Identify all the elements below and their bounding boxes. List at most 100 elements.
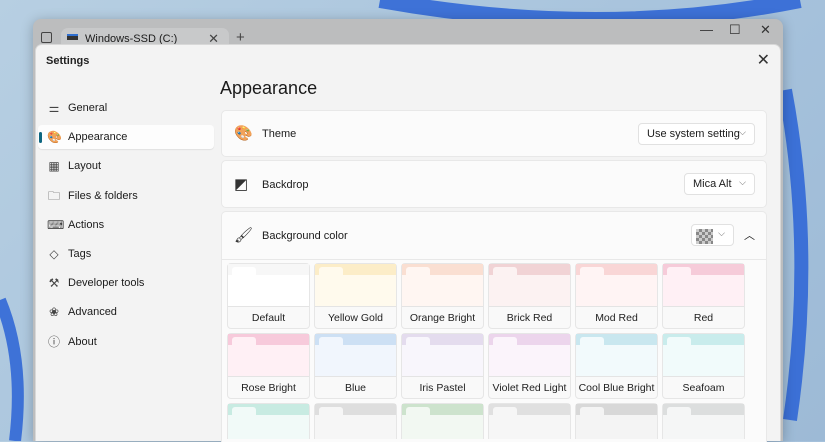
wallpaper-swirl [778,88,809,422]
color-tile[interactable]: Default [227,263,310,329]
color-tile[interactable] [662,403,745,439]
tile-body [663,415,744,439]
sidebar-item-files-folders[interactable]: 🗀 Files & folders [38,184,214,208]
folder-tab-shape [319,337,343,347]
palette-icon: 🎨 [234,125,253,142]
color-name: Mod Red [595,312,638,324]
backdrop-value: Mica Alt [693,178,732,190]
background-color-picker[interactable]: ⌵ [691,224,734,246]
folder-tab-shape [406,267,430,277]
folder-tab-shape [232,407,256,417]
actions-icon: ⌨ [47,217,65,232]
collapse-chevron-up-icon[interactable]: ︿ [744,227,755,243]
color-tile[interactable]: Red [662,263,745,329]
page-title: Appearance [220,78,318,98]
sidebar-item-layout[interactable]: ▦ Layout [38,154,214,178]
folder-tab-shape [667,337,691,347]
sidebar-item-advanced[interactable]: ❀ Advanced [38,300,214,324]
color-swatch [696,229,713,244]
folder-tab-shape [667,267,691,277]
folder-tab-shape [319,407,343,417]
color-tile[interactable] [314,403,397,439]
sidebar-item-tags[interactable]: ◇ Tags [38,242,214,266]
divider [222,259,766,260]
close-dialog-button[interactable]: ✕ [757,50,770,70]
sidebar-item-label: General [68,102,108,114]
color-tile[interactable] [488,403,571,439]
sidebar-item-label: Tags [68,247,92,260]
color-tile[interactable]: Blue [314,333,397,399]
folder-tab-shape [406,337,430,347]
color-name: Yellow Gold [327,312,384,324]
sidebar-item-developer-tools[interactable]: ⚒ Developer tools [38,271,214,295]
folder-tab-shape [667,407,691,417]
color-tile[interactable]: Yellow Gold [314,263,397,329]
chevron-down-icon: ⌵ [739,177,746,187]
backdrop-setting: ◩ Backdrop Mica Alt ⌵ [221,160,767,208]
color-name: Seafoam [682,382,725,394]
color-name: Rose Bright [241,382,296,394]
folder-tab-shape [232,337,256,347]
color-tile[interactable]: Cool Blue Bright [575,333,658,399]
settings-nav: ⚌ General 🎨 Appearance ▦ Layout 🗀 Files & folde… [38,96,214,359]
wallpaper-swirl [378,0,802,28]
folder-icon: 🗀 [47,188,60,203]
sidebar-item-actions[interactable]: ⌨ Actions [38,213,214,237]
color-name: Red [693,312,714,324]
folder-tab-shape [493,337,517,347]
backdrop-icon: ◩ [234,176,249,193]
tile-body [402,415,483,439]
color-tile[interactable]: Orange Bright [401,263,484,329]
sidebar-item-label: Advanced [68,306,117,319]
sliders-icon: ⚌ [48,101,60,115]
close-window-button[interactable]: ✕ [760,22,771,38]
tab-actions-icon[interactable] [41,32,52,43]
color-tile[interactable]: Mod Red [575,263,658,329]
dialog-title: Settings [46,55,90,67]
sidebar-item-appearance[interactable]: 🎨 Appearance [38,125,214,150]
theme-setting: 🎨 Theme Use system setting ⌵ [221,110,767,157]
color-name: Cool Blue Bright [578,382,655,394]
backdrop-dropdown[interactable]: Mica Alt ⌵ [684,173,755,195]
color-name: Iris Pastel [419,382,466,394]
folder-tab-shape [580,337,604,347]
tile-body [315,275,396,307]
color-tile[interactable] [401,403,484,439]
advanced-icon: ❀ [48,305,60,320]
folder-tab-shape [232,267,256,277]
sidebar-item-label: Actions [68,218,105,231]
sidebar-item-label: About [68,335,97,348]
chevron-down-icon: ⌵ [739,127,746,137]
color-tile[interactable]: Brick Red [488,263,571,329]
folder-tab-shape [580,407,604,417]
tile-body [576,345,657,377]
color-tile[interactable]: Rose Bright [227,333,310,399]
color-name: Orange Bright [409,312,476,324]
color-tile[interactable]: Iris Pastel [401,333,484,399]
settings-dialog: Settings ✕ ⚌ General 🎨 Appearance ▦ Layout 🗀 Fi… [35,44,781,442]
tile-body [663,275,744,307]
sidebar-item-about[interactable]: ⓘ About [38,330,214,354]
sidebar-item-label: Appearance [68,131,128,144]
folder-tab-shape [319,267,343,277]
folder-tab-shape [493,267,517,277]
theme-label: Theme [262,128,297,140]
background-color-label: Background color [262,230,348,242]
color-name: Brick Red [506,312,553,324]
tile-body [576,275,657,307]
tile-body [489,415,570,439]
theme-dropdown[interactable]: Use system setting ⌵ [638,123,755,145]
color-tile[interactable]: Seafoam [662,333,745,399]
color-tile[interactable] [575,403,658,439]
sidebar-item-general[interactable]: ⚌ General [38,96,214,120]
chevron-down-icon: ⌵ [718,228,725,238]
maximize-button[interactable]: ☐ [729,22,741,38]
minimize-button[interactable]: — [700,22,713,37]
sidebar-item-label: Layout [68,160,102,173]
tile-body [489,345,570,377]
color-tile[interactable]: Violet Red Light [488,333,571,399]
color-name: Default [251,312,286,324]
color-tile[interactable] [227,403,310,439]
theme-value: Use system setting [647,128,740,140]
tile-body [663,345,744,377]
